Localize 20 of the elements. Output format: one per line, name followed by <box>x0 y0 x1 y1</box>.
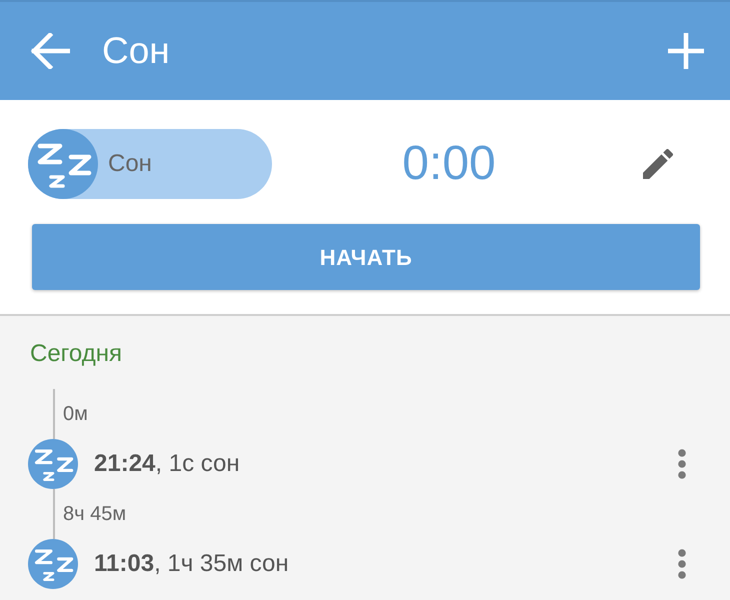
activity-chip[interactable]: Сон <box>28 129 272 199</box>
more-vertical-icon <box>678 549 686 579</box>
timer-display: 0:00 <box>402 136 496 192</box>
arrow-left-icon <box>30 33 70 69</box>
timeline-line <box>53 489 55 539</box>
duration-label: 0м <box>63 402 88 426</box>
edit-button[interactable] <box>642 148 674 180</box>
sleep-icon <box>28 539 78 589</box>
pencil-icon <box>643 149 673 179</box>
entry-text: 11:03, 1ч 35м сон <box>94 550 290 578</box>
section-heading: Сегодня <box>30 340 123 368</box>
screen-title: Сон <box>102 29 171 73</box>
entry-text: 21:24, 1с сон <box>94 450 241 478</box>
timeline-line <box>53 389 55 439</box>
more-vertical-icon <box>678 449 686 479</box>
sleep-icon <box>28 439 78 489</box>
duration-label: 8ч 45м <box>63 502 126 526</box>
sleep-icon <box>28 129 98 199</box>
plus-icon <box>668 33 704 69</box>
start-button[interactable]: НАЧАТЬ <box>32 224 700 290</box>
